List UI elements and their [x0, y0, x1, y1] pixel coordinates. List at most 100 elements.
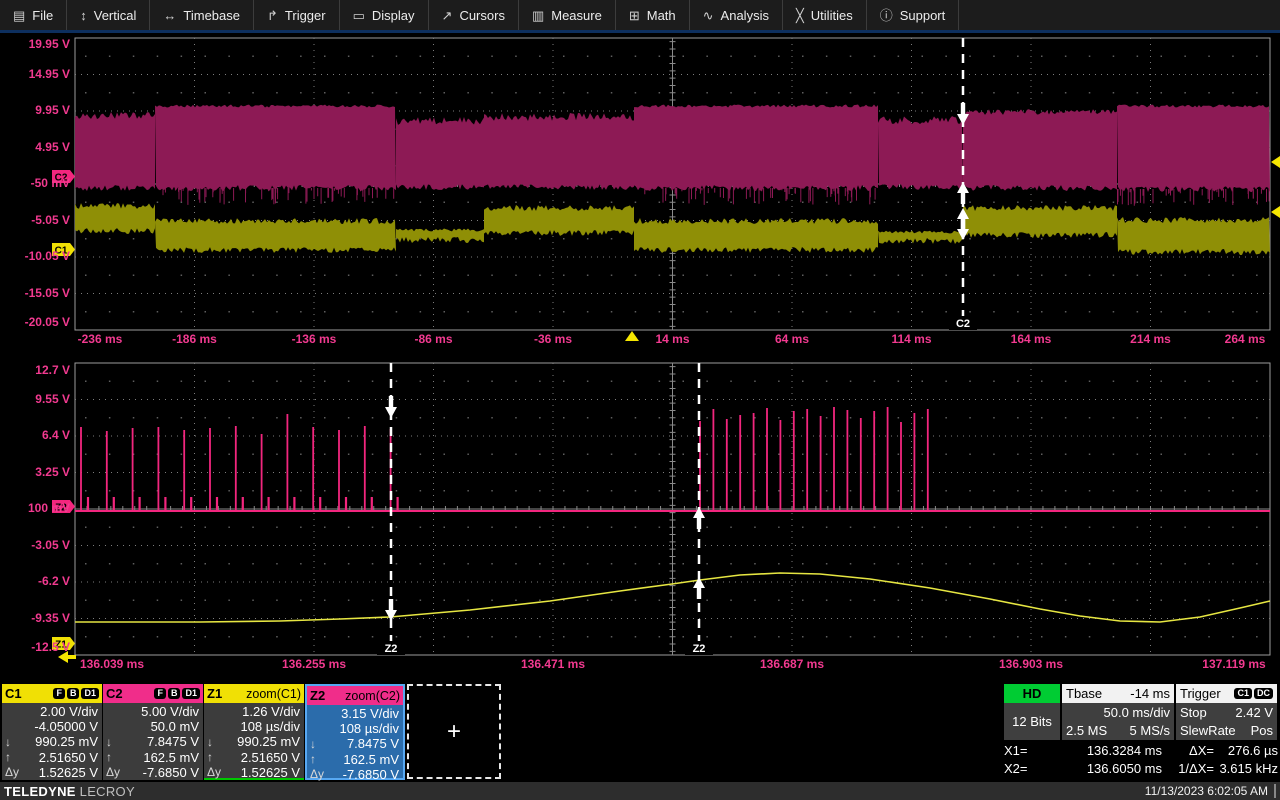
- svg-text:Z2: Z2: [693, 643, 706, 655]
- vdiv-value: 3.15 V/div: [341, 706, 399, 721]
- hd-bits: 12 Bits: [1004, 703, 1060, 740]
- cursor-high-icon: ↑: [106, 750, 112, 764]
- delta-y-icon: Δy: [207, 765, 221, 779]
- trigger-mode-row: Stop 2.42 V: [1176, 703, 1277, 721]
- trigger-coupling-badge: DC: [1254, 688, 1273, 700]
- delta-y-icon: Δy: [310, 767, 324, 781]
- menu-item-measure[interactable]: ▥Measure: [519, 0, 616, 30]
- cursor-low-icon: ↓: [207, 735, 213, 749]
- zoom-descriptor-z2[interactable]: Z2 zoom(C2) 3.15 V/div 108 µs/div ↓7.847…: [305, 684, 405, 780]
- offset-marker-z2[interactable]: Z2: [52, 500, 75, 514]
- trigger-type-row: SlewRate Pos: [1176, 721, 1277, 739]
- descriptor-body: 1.26 V/div 108 µs/div ↓990.25 mV ↑2.5165…: [204, 703, 304, 780]
- trigger-level-marker[interactable]: [1271, 206, 1280, 218]
- trigger-box[interactable]: Trigger C1 DC Stop 2.42 V SlewRate Pos: [1176, 684, 1277, 740]
- svg-text:Z2: Z2: [55, 503, 67, 514]
- sample-rate: 5 MS/s: [1130, 723, 1170, 738]
- offset-marker-c2[interactable]: C2: [52, 170, 75, 184]
- vdiv-value: 1.26 V/div: [242, 704, 300, 719]
- trigger-level: 2.42 V: [1235, 705, 1273, 720]
- cursor-low-icon: ↓: [310, 737, 316, 751]
- timebase-scale: 50.0 ms/div: [1062, 703, 1174, 721]
- trigger-title: Trigger: [1180, 686, 1221, 701]
- trigger-header: Trigger C1 DC: [1176, 684, 1277, 703]
- waveform-display: C2C1Z2Z1C2Z2Z2: [0, 0, 1280, 800]
- zoom-label: Z1: [207, 686, 222, 701]
- cursor-high-icon: ↑: [207, 750, 213, 764]
- menu-item-label: Cursors: [459, 8, 505, 23]
- menu-item-vertical[interactable]: ↕Vertical: [67, 0, 150, 30]
- cursor-high-value: 162.5 mV: [343, 752, 399, 767]
- timebase-box[interactable]: Tbase -14 ms 50.0 ms/div 2.5 MS 5 MS/s: [1062, 684, 1174, 740]
- cursor-low-value: 990.25 mV: [35, 734, 98, 749]
- channel-descriptor-c1[interactable]: C1 F B D1 2.00 V/div -4.05000 V ↓990.25 …: [2, 684, 102, 780]
- menu-item-analysis[interactable]: ∿ Analysis: [690, 0, 783, 30]
- cursor-high-icon: ↑: [310, 752, 316, 766]
- timebase-header: Tbase -14 ms: [1062, 684, 1174, 703]
- menu-item-utilities[interactable]: ╳Utilities: [783, 0, 867, 30]
- horizontal-arrows-icon: ↔: [163, 9, 176, 22]
- svg-text:C2: C2: [956, 318, 970, 330]
- channel-label: C1: [5, 686, 22, 701]
- zoom-grid: [75, 363, 1270, 655]
- x2-value: 136.6050 ms: [1044, 761, 1162, 776]
- plus-icon: +: [447, 718, 461, 746]
- menu-item-support[interactable]: ⓘ Support: [867, 0, 960, 30]
- cursor-high-value: 2.51650 V: [241, 750, 300, 765]
- trigger-time-marker[interactable]: [625, 331, 639, 341]
- zoom-source: zoom(C2): [345, 689, 400, 703]
- oscilloscope-app: ▤File↕Vertical↔Timebase↱Trigger ▭ Display ↗…: [0, 0, 1280, 800]
- menu-item-trigger[interactable]: ↱Trigger: [254, 0, 340, 30]
- hd-header: HD: [1004, 684, 1060, 703]
- svg-text:C2: C2: [55, 173, 68, 184]
- cursor-low-value: 7.8475 V: [347, 736, 399, 751]
- menu-item-label: Analysis: [721, 8, 769, 23]
- display-icon: ▭: [353, 9, 365, 22]
- trigger-type: SlewRate: [1180, 723, 1236, 738]
- menu-item-timebase[interactable]: ↔Timebase: [150, 0, 254, 30]
- offset-marker-z1[interactable]: Z1: [52, 637, 75, 651]
- add-trace-button[interactable]: +: [407, 684, 501, 779]
- inv-dx-label: 1/ΔX=: [1162, 761, 1214, 776]
- cursor-high-icon: ↑: [5, 750, 11, 764]
- trigger-slope: Pos: [1251, 723, 1273, 738]
- menu-item-file[interactable]: ▤File: [0, 0, 67, 30]
- channel-descriptor-c2[interactable]: C2 F B D1 5.00 V/div 50.0 mV ↓7.8475 V ↑…: [103, 684, 203, 780]
- menu-item-label: Support: [900, 8, 946, 23]
- trigger-level-marker[interactable]: [1271, 156, 1280, 168]
- menu-item-label: Display: [372, 8, 415, 23]
- menu-item-math[interactable]: ⊞Math: [616, 0, 690, 30]
- inv-dx-value: 3.615 kHz: [1214, 761, 1278, 776]
- delta-y-value: -7.6850 V: [143, 765, 199, 780]
- cursor-low-icon: ↓: [5, 735, 11, 749]
- zoom-source: zoom(C1): [246, 687, 301, 701]
- delta-y-value: -7.6850 V: [343, 767, 399, 782]
- descriptor-header: C2 F B D1: [103, 684, 203, 703]
- menu-item-label: Trigger: [285, 8, 326, 23]
- menu-item-label: Vertical: [94, 8, 137, 23]
- datetime: 11/13/2023 6:02:05 AM: [1145, 784, 1276, 798]
- descriptor-body: 3.15 V/div 108 µs/div ↓7.8475 V ↑162.5 m…: [307, 705, 403, 782]
- descriptor-header: Z1 zoom(C1): [204, 684, 304, 703]
- trigger-source-badge: C1: [1234, 688, 1252, 700]
- svg-text:Z1: Z1: [55, 640, 67, 651]
- timebase-sampling: 2.5 MS 5 MS/s: [1062, 721, 1174, 739]
- menu-item-cursors[interactable]: ↗Cursors: [429, 0, 519, 30]
- channel-label: C2: [106, 686, 123, 701]
- zoom-descriptor-z1[interactable]: Z1 zoom(C1) 1.26 V/div 108 µs/div ↓990.2…: [204, 684, 304, 780]
- cursor-high-value: 162.5 mV: [143, 750, 199, 765]
- badge-d1: D1: [81, 688, 99, 700]
- menu-item-label: Measure: [551, 8, 602, 23]
- menu-item-label: Math: [647, 8, 676, 23]
- menu-item-display[interactable]: ▭ Display: [340, 0, 429, 30]
- x1-value: 136.3284 ms: [1044, 743, 1162, 758]
- hd-mode-box[interactable]: HD 12 Bits: [1004, 684, 1060, 740]
- offset-marker-c1[interactable]: C1: [52, 243, 75, 257]
- delta-y-value: 1.52625 V: [39, 765, 98, 780]
- cursor-low-icon: ↓: [106, 735, 112, 749]
- badge-d1: D1: [182, 688, 200, 700]
- badge-filter: F: [154, 688, 166, 700]
- descriptor-header: Z2 zoom(C2): [307, 686, 403, 705]
- info-icon: ⓘ: [880, 9, 893, 22]
- waveform-icon: ∿: [703, 9, 714, 22]
